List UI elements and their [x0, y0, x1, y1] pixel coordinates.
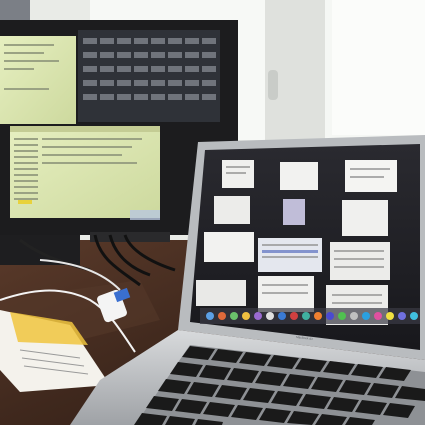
window-handle [268, 70, 278, 100]
desk-photo: MacBook Air [0, 0, 425, 425]
monitor-stand [90, 232, 170, 242]
mission-control-windows [196, 160, 397, 325]
photo-illustration [0, 0, 425, 425]
monitor-screen-top-left [0, 36, 76, 124]
